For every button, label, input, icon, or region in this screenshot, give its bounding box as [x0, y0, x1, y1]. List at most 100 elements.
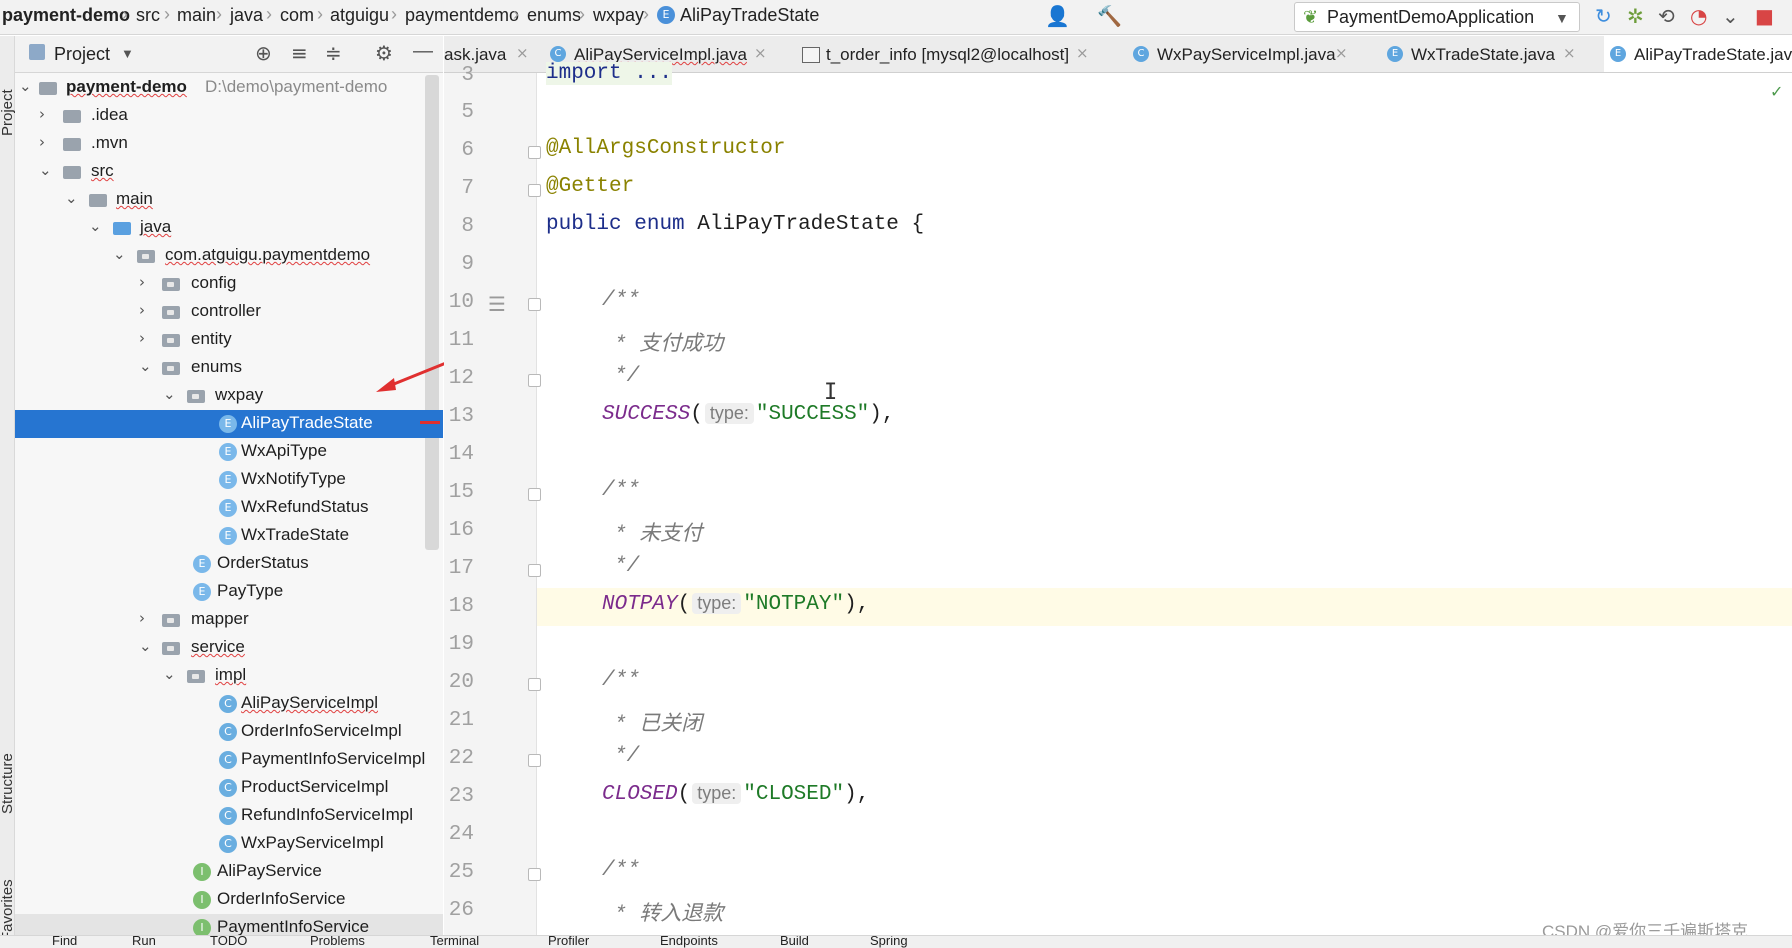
- tree-item-paymentinfoserviceimpl[interactable]: C PaymentInfoServiceImpl: [15, 746, 443, 774]
- inspection-ok-icon[interactable]: ✓: [1770, 82, 1783, 101]
- chevron-down-icon[interactable]: ⌄: [139, 357, 152, 375]
- breadcrumb-file[interactable]: AliPayTradeState: [680, 5, 819, 26]
- tree-item-src[interactable]: ⌄ src: [15, 158, 443, 186]
- profiler-icon[interactable]: ◔: [1690, 4, 1707, 28]
- chevron-down-icon[interactable]: ▼: [121, 46, 134, 61]
- tree-item-productserviceimpl[interactable]: C ProductServiceImpl: [15, 774, 443, 802]
- fold-marker-icon[interactable]: [528, 298, 541, 311]
- tab-wxpayserviceimpl[interactable]: C WxPayServiceImpl.java ×: [1127, 36, 1355, 72]
- favorites-tool-label[interactable]: Favorites: [0, 879, 16, 941]
- tree-item-wxpayserviceimpl[interactable]: C WxPayServiceImpl: [15, 830, 443, 858]
- tree-item-paymentinfoservice[interactable]: I PaymentInfoService: [15, 914, 443, 935]
- close-icon[interactable]: ×: [516, 44, 529, 62]
- hide-panel-icon[interactable]: —: [413, 40, 433, 63]
- tree-item-alipaytradestate[interactable]: E AliPayTradeState: [15, 410, 443, 438]
- tree-item-wxnotifytype[interactable]: E WxNotifyType: [15, 466, 443, 494]
- tree-item-refundinfoserviceimpl[interactable]: C RefundInfoServiceImpl: [15, 802, 443, 830]
- chevron-down-icon[interactable]: ⌄: [139, 637, 152, 655]
- rerun-icon[interactable]: ↻: [1595, 4, 1612, 28]
- chevron-right-icon[interactable]: ›: [139, 273, 145, 291]
- tree-item-orderinfoserviceimpl[interactable]: C OrderInfoServiceImpl: [15, 718, 443, 746]
- tool-find[interactable]: Find: [52, 936, 77, 948]
- breadcrumb-atguigu[interactable]: atguigu: [330, 5, 389, 26]
- stop-icon[interactable]: ■: [1755, 4, 1774, 28]
- tab-wxtradestate[interactable]: E WxTradeState.java ×: [1381, 36, 1581, 72]
- coverage-icon[interactable]: ⟲: [1658, 4, 1675, 28]
- close-icon[interactable]: ×: [1076, 44, 1089, 62]
- chevron-right-icon[interactable]: ›: [139, 329, 145, 347]
- chevron-down-icon[interactable]: ⌄: [89, 217, 102, 235]
- tree-item-java[interactable]: ⌄ java: [15, 214, 443, 242]
- project-tool-label[interactable]: Project: [0, 89, 16, 136]
- tree-item-wxrefundstatus[interactable]: E WxRefundStatus: [15, 494, 443, 522]
- gear-icon[interactable]: ⚙: [375, 41, 393, 65]
- tree-item-config[interactable]: › config: [15, 270, 443, 298]
- chevron-right-icon[interactable]: ›: [139, 609, 145, 627]
- tree-item-main[interactable]: ⌄ main: [15, 186, 443, 214]
- tool-terminal[interactable]: Terminal: [430, 936, 479, 948]
- build-hammer-icon[interactable]: 🔨: [1097, 4, 1122, 28]
- tab-alipaytradestate[interactable]: E AliPayTradeState.java: [1604, 36, 1792, 72]
- collapse-all-icon[interactable]: ≑: [325, 41, 342, 65]
- breadcrumb-main[interactable]: main: [177, 5, 216, 26]
- chevron-down-icon[interactable]: ⌄: [19, 77, 32, 95]
- chevron-right-icon[interactable]: ›: [39, 105, 45, 123]
- tree-item-package-root[interactable]: ⌄ com.atguigu.paymentdemo: [15, 242, 443, 270]
- tree-item-mapper[interactable]: › mapper: [15, 606, 443, 634]
- fold-marker-icon[interactable]: [528, 868, 541, 881]
- tab-t-order-info[interactable]: t_order_info [mysql2@localhost] ×: [796, 36, 1096, 72]
- tree-item-orderstatus[interactable]: E OrderStatus: [15, 550, 443, 578]
- tree-item-controller[interactable]: › controller: [15, 298, 443, 326]
- fold-marker-icon[interactable]: [528, 754, 541, 767]
- close-icon[interactable]: ×: [1335, 44, 1348, 62]
- breadcrumb-com[interactable]: com: [280, 5, 314, 26]
- fold-marker-icon[interactable]: [528, 678, 541, 691]
- breadcrumb-src[interactable]: src: [136, 5, 160, 26]
- structure-tool-label[interactable]: Structure: [0, 753, 16, 814]
- close-icon[interactable]: ×: [754, 44, 767, 62]
- tool-build[interactable]: Build: [780, 936, 809, 948]
- chevron-down-icon[interactable]: ⌄: [163, 665, 176, 683]
- fold-marker-icon[interactable]: [528, 564, 541, 577]
- tool-endpoints[interactable]: Endpoints: [660, 936, 718, 948]
- breadcrumb-java[interactable]: java: [230, 5, 263, 26]
- tree-item-payment-demo[interactable]: ⌄ payment-demo D:\demo\payment-demo: [15, 74, 443, 102]
- expand-all-icon[interactable]: ≡: [291, 41, 308, 65]
- tool-run[interactable]: Run: [132, 936, 156, 948]
- tree-item-idea[interactable]: › .idea: [15, 102, 443, 130]
- breadcrumb-paymentdemo[interactable]: paymentdemo: [405, 5, 519, 26]
- debug-icon[interactable]: ✲: [1627, 4, 1644, 28]
- tree-item-mvn[interactable]: › .mvn: [15, 130, 443, 158]
- chevron-down-icon[interactable]: ⌄: [163, 385, 176, 403]
- folded-import[interactable]: import ...: [546, 62, 673, 85]
- tool-problems[interactable]: Problems: [310, 936, 365, 948]
- locate-file-icon[interactable]: ⊕: [255, 41, 272, 65]
- tree-item-paytype[interactable]: E PayType: [15, 578, 443, 606]
- tree-item-wxapitype[interactable]: E WxApiType: [15, 438, 443, 466]
- tree-item-impl[interactable]: ⌄ impl: [15, 662, 443, 690]
- close-icon[interactable]: ×: [1563, 44, 1576, 62]
- chevron-down-icon[interactable]: ⌄: [39, 161, 52, 179]
- project-panel-title[interactable]: Project: [54, 44, 110, 65]
- tool-profiler[interactable]: Profiler: [548, 936, 589, 948]
- tree-item-orderinfoservice[interactable]: I OrderInfoService: [15, 886, 443, 914]
- chevron-right-icon[interactable]: ›: [139, 301, 145, 319]
- run-configuration-select[interactable]: ❦ PaymentDemoApplication ▼: [1294, 2, 1580, 32]
- fold-marker-icon[interactable]: [528, 374, 541, 387]
- tool-spring[interactable]: Spring: [870, 936, 908, 948]
- chevron-down-icon[interactable]: ⌄: [113, 245, 126, 263]
- tree-item-service[interactable]: ⌄ service: [15, 634, 443, 662]
- tool-todo[interactable]: TODO: [210, 936, 247, 948]
- code-editor[interactable]: [537, 73, 1792, 947]
- fold-marker-icon[interactable]: [528, 146, 541, 159]
- chevron-down-icon[interactable]: ⌄: [65, 189, 78, 207]
- chevron-right-icon[interactable]: ›: [39, 133, 45, 151]
- breadcrumb-wxpay[interactable]: wxpay: [593, 5, 644, 26]
- user-icon[interactable]: 👤: [1045, 4, 1070, 28]
- tree-item-wxtradestate[interactable]: E WxTradeState: [15, 522, 443, 550]
- doc-comment-toggle-icon[interactable]: ☰: [488, 292, 506, 316]
- fold-marker-icon[interactable]: [528, 488, 541, 501]
- breadcrumb-enums[interactable]: enums: [527, 5, 581, 26]
- breadcrumb-project[interactable]: payment-demo: [2, 5, 130, 26]
- more-run-icon[interactable]: ⌄: [1722, 4, 1739, 28]
